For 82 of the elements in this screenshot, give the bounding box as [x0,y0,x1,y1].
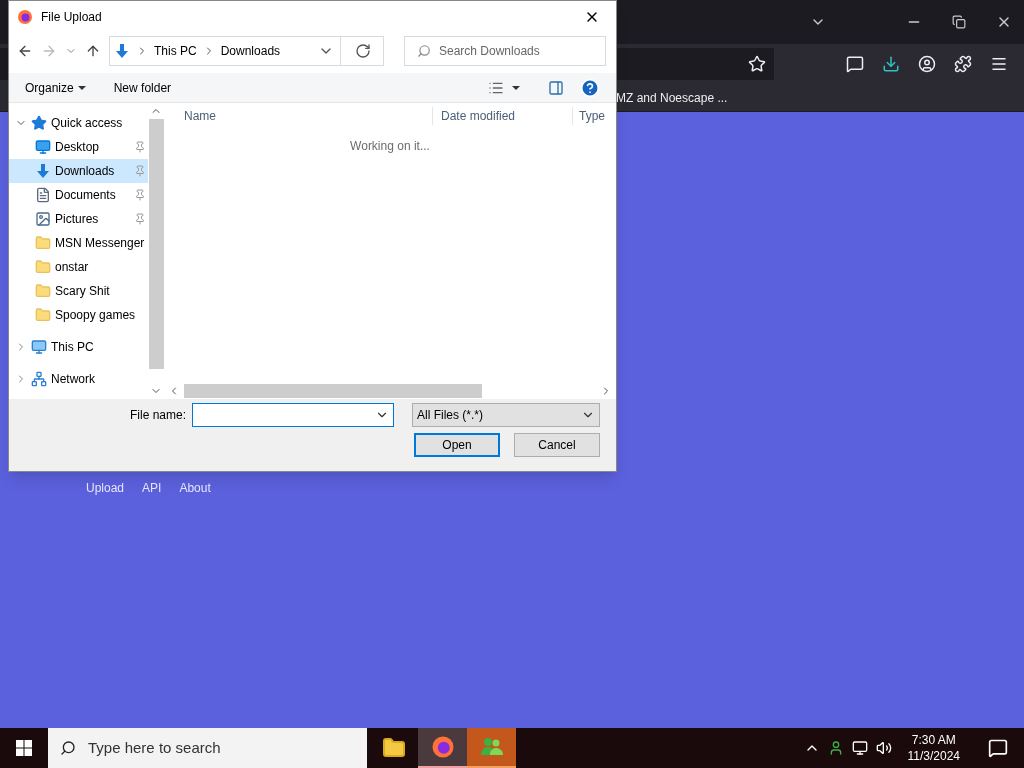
search-placeholder: Search Downloads [439,43,540,60]
download-icon[interactable] [882,55,900,73]
bookmark-star-icon[interactable] [748,55,766,73]
column-header[interactable]: Type [572,107,609,125]
preview-pane-icon[interactable] [548,79,564,96]
scrollbar-thumb[interactable] [148,119,164,369]
download-arrow-icon [35,163,51,179]
nav-link[interactable]: API [142,479,162,497]
search-icon [417,44,431,58]
nav-label: Documents [55,187,117,204]
image-icon [35,211,51,227]
breadcrumb-item[interactable]: This PC [154,42,197,60]
caret-icon[interactable] [512,85,520,90]
nav-item[interactable]: Pictures [9,207,148,231]
nav-item[interactable]: Scary Shit [9,279,148,303]
loading-text: Working on it... [350,138,430,155]
nav-item[interactable]: Documents [9,183,148,207]
dialog-button[interactable]: Cancel [514,433,600,457]
download-arrow-icon [114,43,130,59]
toolbar-button[interactable]: Organize [25,78,86,97]
nav-item[interactable]: This PC [9,335,148,359]
bookmark-item[interactable]: MZ and Noescape ... [616,88,728,107]
folder-icon [35,283,51,299]
nav-item[interactable]: Quick access [9,111,148,135]
file-type-dropdown[interactable]: All Files (*.*) [412,403,600,427]
search-placeholder: Type here to search [88,737,221,758]
caret-icon [77,85,86,90]
clock-time[interactable]: 7:30 AM [911,732,956,748]
star-icon [31,115,47,131]
nav-label: Quick access [51,115,124,132]
account-icon[interactable] [918,55,936,73]
nav-link[interactable]: Upload [86,479,125,497]
nav-label: Downloads [55,163,116,180]
restore-icon[interactable] [952,15,966,29]
monitor-icon [31,339,47,355]
nav-item[interactable]: Spoopy games [9,303,148,327]
windows-logo-icon [16,740,32,756]
field-label: File name: [129,407,186,424]
folder-icon [381,736,406,760]
search-icon [60,740,76,756]
nav-item[interactable]: onstar [9,255,148,279]
nav-label: Network [51,371,96,388]
taskbar-search-field[interactable]: Type here to search [48,728,367,768]
document-icon [35,187,51,203]
column-header[interactable]: Name [164,107,432,125]
nav-label: Pictures [55,211,100,228]
nav-label: Spoopy games [55,307,137,324]
nav-item[interactable]: MSN Messenger [9,231,148,255]
extensions-icon[interactable] [954,55,972,73]
monitor-icon [35,139,51,155]
toolbar-button[interactable]: New folder [113,78,172,97]
network-icon [31,371,47,387]
column-header[interactable]: Date modified [432,107,572,125]
folder-icon [35,235,51,251]
nav-label: Scary Shit [55,283,111,300]
nav-link[interactable]: About [179,479,211,497]
scrollbar-thumb[interactable] [184,384,482,398]
nav-item[interactable]: Downloads [9,159,148,183]
notifications-icon[interactable] [988,738,1008,758]
menu-icon[interactable] [990,55,1008,73]
refresh-icon[interactable] [355,43,371,59]
help-icon[interactable] [580,77,600,98]
nav-item[interactable]: Network [9,367,148,391]
browser-logo-icon [430,735,455,759]
volume-icon[interactable] [875,740,892,756]
nav-item[interactable]: Desktop [9,135,148,159]
nav-label: Desktop [55,139,101,156]
folder-icon [35,307,51,323]
nav-label: MSN Messenger [55,235,146,252]
window-title: File Upload [41,9,103,26]
taskbar-app[interactable] [418,728,467,768]
breadcrumb-item[interactable]: Downloads [220,42,281,60]
network-monitor-icon[interactable] [851,740,868,756]
folder-icon [35,259,51,275]
file-name-field[interactable] [192,403,394,427]
search-field[interactable]: Search Downloads [404,36,606,66]
dialog-button[interactable]: Open [414,433,500,457]
nav-label: onstar [55,259,90,276]
browser-logo-icon [17,9,33,25]
address-bar[interactable]: This PC Downloads [109,36,384,66]
clock-date[interactable]: 11/3/2024 [907,748,960,764]
nav-label: This PC [51,339,95,356]
